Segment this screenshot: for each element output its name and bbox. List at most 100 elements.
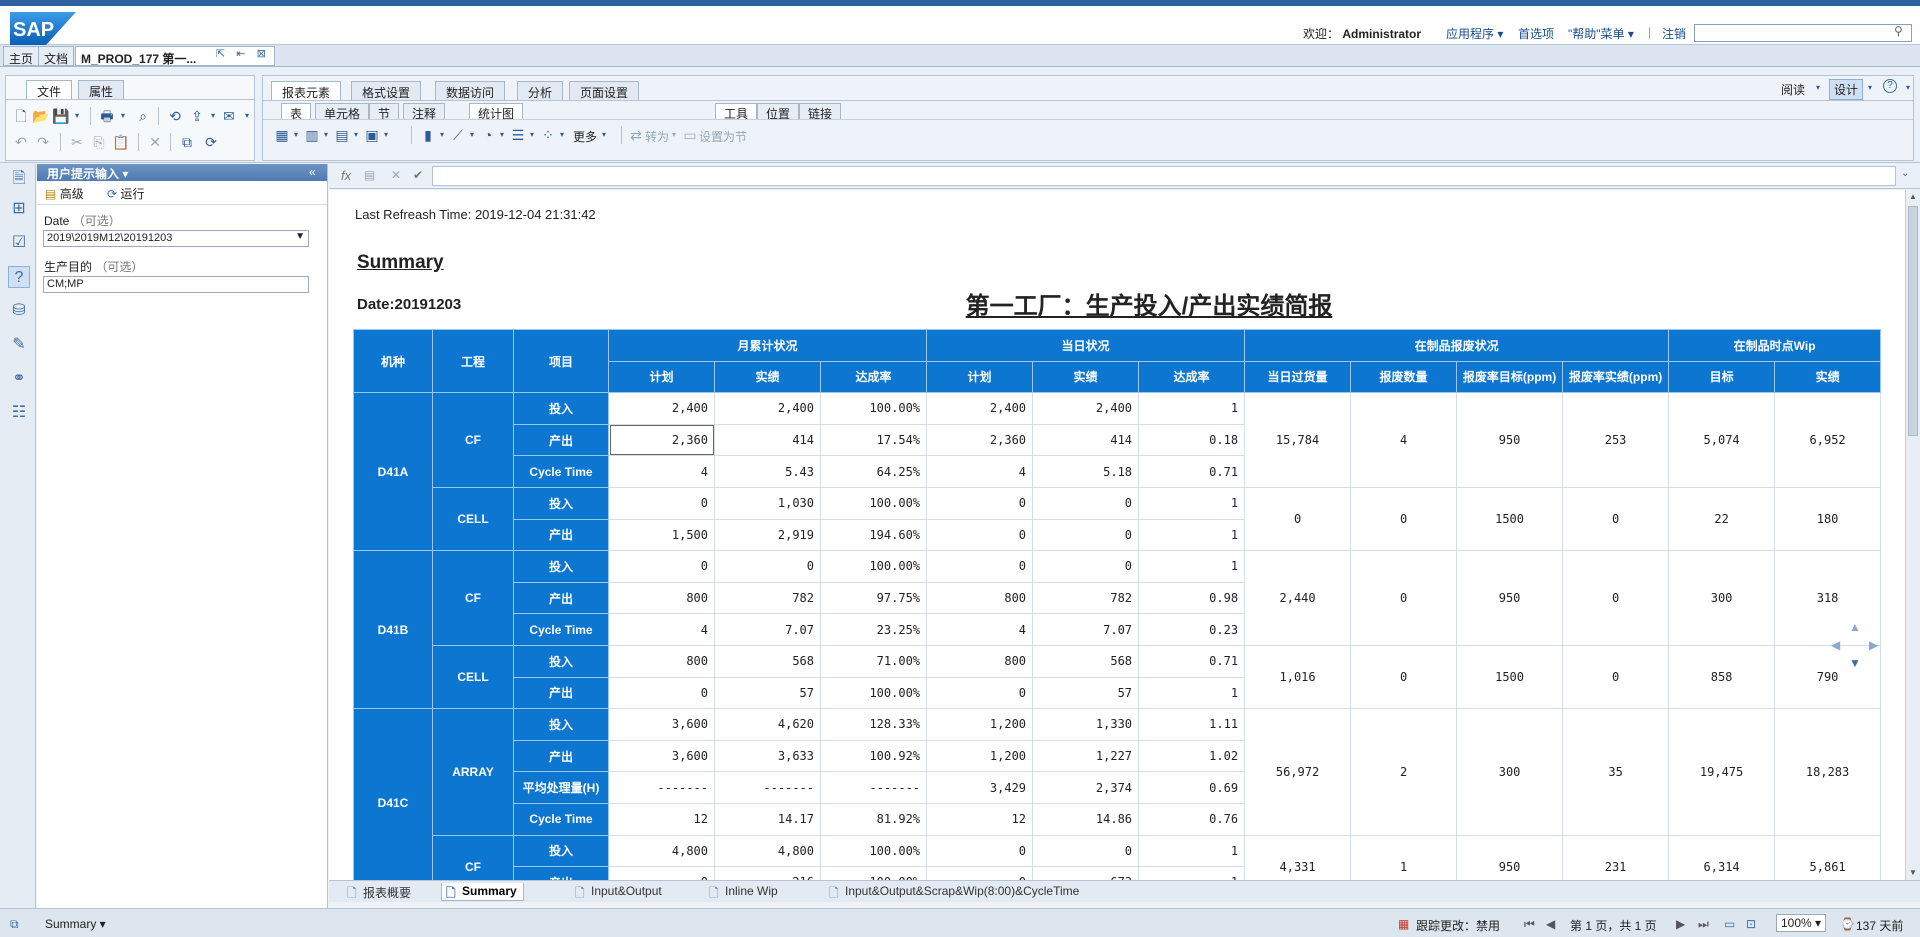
wip-cell[interactable]: 0 <box>1562 644 1670 710</box>
value-cell[interactable]: 1 <box>1138 518 1246 552</box>
wip-cell[interactable]: 1,016 <box>1244 644 1352 710</box>
header-month-rate[interactable]: 达成率 <box>819 360 928 394</box>
subtab-section[interactable]: 节 <box>369 103 400 121</box>
wip-cell[interactable]: 2,440 <box>1244 550 1352 646</box>
value-cell[interactable]: 194.60% <box>819 518 928 552</box>
value-cell[interactable]: 1,200 <box>926 739 1034 773</box>
first-page-icon[interactable]: ⏮ <box>1524 917 1535 932</box>
value-cell[interactable]: 12 <box>608 802 715 836</box>
header-daily[interactable]: 当日状况 <box>926 329 1246 362</box>
value-cell[interactable]: 4 <box>926 613 1034 646</box>
value-cell[interactable]: 1,330 <box>1032 708 1140 741</box>
wip-cell[interactable]: 858 <box>1668 644 1776 710</box>
wip-cell[interactable]: 0 <box>1244 486 1352 552</box>
wip-cell[interactable]: 231 <box>1562 834 1670 880</box>
value-cell[interactable]: 0 <box>926 486 1034 520</box>
header-day-rate[interactable]: 达成率 <box>1138 360 1246 394</box>
item-cell[interactable]: 投入 <box>513 644 609 678</box>
value-cell[interactable]: 0 <box>608 866 715 880</box>
value-cell[interactable]: 3,600 <box>608 739 715 773</box>
tab-home[interactable]: 主页 <box>3 46 40 66</box>
expand-formula-icon[interactable]: ⌄ <box>1901 168 1909 179</box>
scroll-up-icon[interactable]: ▲ <box>1909 192 1917 201</box>
wip-cell[interactable]: 15,784 <box>1244 392 1352 488</box>
value-cell[interactable]: 0.71 <box>1138 644 1246 678</box>
value-cell[interactable]: 3,429 <box>926 771 1034 804</box>
scrollbar-thumb[interactable] <box>1908 206 1918 436</box>
formula-input[interactable] <box>432 166 1896 186</box>
subtab-tools[interactable]: 工具 <box>715 103 758 121</box>
value-cell[interactable]: 71.00% <box>819 644 928 678</box>
wip-cell[interactable]: 0 <box>1562 550 1670 646</box>
value-cell[interactable]: 81.92% <box>819 802 928 836</box>
tab-file[interactable]: 文件 <box>26 80 73 99</box>
wip-cell[interactable]: 0 <box>1350 644 1458 710</box>
wip-cell[interactable]: 56,972 <box>1244 708 1352 836</box>
purpose-input[interactable]: CM;MP <box>43 276 309 293</box>
value-cell[interactable]: 3,600 <box>608 708 715 741</box>
logout-link[interactable]: 注销 <box>1662 25 1686 42</box>
item-cell[interactable]: Cycle Time <box>513 802 609 836</box>
value-cell[interactable]: 2,374 <box>1032 771 1140 804</box>
tab-input-output[interactable]: 🗋 Input&Output <box>571 883 668 901</box>
cancel-formula-icon[interactable]: ✕ <box>391 168 401 182</box>
value-cell[interactable]: 800 <box>608 644 715 678</box>
input-controls-icon[interactable]: ☑ <box>8 232 30 254</box>
machine-cell[interactable]: D41A <box>353 392 433 552</box>
machine-cell[interactable]: D41B <box>353 550 433 710</box>
value-cell[interactable]: 2,919 <box>714 518 821 552</box>
header-wip-actual[interactable]: 实绩 <box>1774 360 1882 394</box>
value-cell[interactable]: 12 <box>926 802 1034 836</box>
value-cell[interactable]: 1 <box>1138 676 1246 710</box>
value-cell[interactable]: 100.00% <box>819 676 928 710</box>
item-cell[interactable]: 产出 <box>513 739 609 773</box>
wip-cell[interactable]: 5,074 <box>1668 392 1776 488</box>
value-cell[interactable]: 800 <box>926 644 1034 678</box>
wip-cell[interactable]: 0 <box>1562 486 1670 552</box>
tab-analysis[interactable]: 分析 <box>517 81 564 100</box>
value-cell[interactable]: 4,620 <box>714 708 821 741</box>
wip-cell[interactable]: 0 <box>1350 486 1458 552</box>
find-icon[interactable]: ⌕ <box>134 107 152 125</box>
header-wip-scrap[interactable]: 在制品报废状况 <box>1244 329 1670 362</box>
header-scrap-actual[interactable]: 报废率实绩(ppm) <box>1562 360 1670 394</box>
item-cell[interactable]: 投入 <box>513 834 609 868</box>
value-cell[interactable]: 0.98 <box>1138 581 1246 615</box>
value-cell[interactable]: 1,500 <box>608 518 715 552</box>
item-cell[interactable]: Cycle Time <box>513 455 609 488</box>
advanced-button[interactable]: ▤ 高级 <box>45 185 84 202</box>
new-document-icon[interactable]: 🗋 <box>12 107 30 125</box>
wip-cell[interactable]: 1500 <box>1456 486 1564 552</box>
value-cell[interactable]: 800 <box>608 581 715 615</box>
wip-cell[interactable]: 35 <box>1562 708 1670 836</box>
navigation-map-icon[interactable]: ⊞ <box>8 198 30 220</box>
close-icon[interactable]: ⊠ <box>257 48 266 60</box>
value-cell[interactable]: 1.11 <box>1138 708 1246 741</box>
zoom-select[interactable]: 100% ▾ <box>1776 914 1827 932</box>
date-select[interactable]: 2019\2019M12\20191203 ▼ <box>43 230 309 247</box>
value-cell[interactable]: 64.25% <box>819 455 928 488</box>
value-cell[interactable]: 0 <box>1032 518 1140 552</box>
value-cell[interactable]: 414 <box>1032 423 1140 457</box>
wip-cell[interactable]: 1 <box>1350 834 1458 880</box>
subtab-comment[interactable]: 注释 <box>403 103 446 121</box>
section-dropdown-icon[interactable]: ▾ <box>377 126 395 144</box>
data-icon[interactable]: ⛁ <box>8 300 30 322</box>
value-cell[interactable]: 0 <box>608 486 715 520</box>
header-scrap-target[interactable]: 报废率目标(ppm) <box>1456 360 1564 394</box>
tab-formatting[interactable]: 格式设置 <box>351 81 422 100</box>
subtab-table[interactable]: 表 <box>281 103 312 121</box>
value-cell[interactable]: 57 <box>1032 676 1140 710</box>
subtab-chart[interactable]: 统计图 <box>469 103 524 121</box>
help-menu[interactable]: "帮助"菜单 ▾ <box>1568 25 1634 42</box>
more-dropdown-icon[interactable]: ▾ <box>595 126 613 144</box>
search-icon[interactable]: ⚲ <box>1894 24 1903 38</box>
value-cell[interactable]: 1,030 <box>714 486 821 520</box>
header-day-plan[interactable]: 计划 <box>926 360 1034 394</box>
value-cell[interactable]: 1 <box>1138 392 1246 425</box>
tab-inline-wip[interactable]: 🗋 Inline Wip <box>705 883 784 901</box>
value-cell[interactable]: 568 <box>1032 644 1140 678</box>
arrow-up-icon[interactable]: ▲ <box>1849 620 1861 634</box>
tab-report-elements[interactable]: 报表元素 <box>271 81 342 100</box>
value-cell[interactable]: 100.00% <box>819 834 928 868</box>
